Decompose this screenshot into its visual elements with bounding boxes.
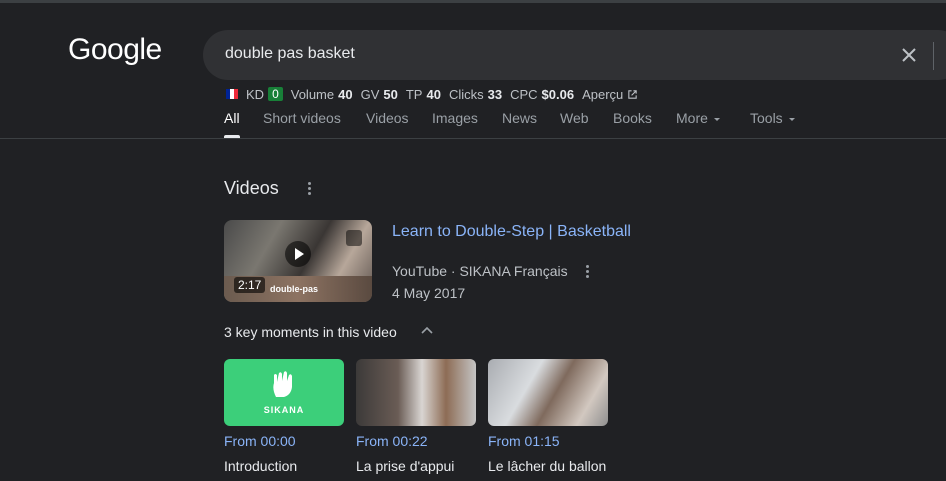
key-moment-item[interactable]: SIKANA From 00:00 Introduction xyxy=(224,359,344,474)
moment-thumbnail[interactable] xyxy=(488,359,608,426)
play-icon xyxy=(285,241,311,267)
kd-label: KD xyxy=(246,86,265,102)
clear-icon[interactable] xyxy=(897,43,921,67)
tab-books[interactable]: Books xyxy=(613,110,652,126)
tab-more-label: More xyxy=(676,110,708,126)
tab-images[interactable]: Images xyxy=(432,110,478,126)
tab-short-videos[interactable]: Short videos xyxy=(263,110,341,126)
moment-time[interactable]: From 00:00 xyxy=(224,433,344,449)
video-source: YouTube · SIKANA Français xyxy=(392,263,568,279)
key-moment-item[interactable]: From 01:15 Le lâcher du ballon xyxy=(488,359,608,474)
caret-down-icon xyxy=(713,118,720,121)
seo-metrics-bar: KD 0 Volume 40 GV 50 TP 40 Clicks 33 CPC… xyxy=(226,86,638,102)
tab-news[interactable]: News xyxy=(502,110,537,126)
sikana-hand-icon xyxy=(273,371,292,397)
france-flag-icon xyxy=(226,89,238,99)
tab-videos[interactable]: Videos xyxy=(366,110,409,126)
header-divider xyxy=(0,138,946,139)
caret-down-icon xyxy=(788,118,795,121)
gv-value: 50 xyxy=(383,86,398,102)
external-link-icon[interactable] xyxy=(627,89,638,100)
moment-label: Introduction xyxy=(224,458,298,474)
more-options-icon[interactable] xyxy=(308,181,312,197)
key-moments-title[interactable]: 3 key moments in this video xyxy=(224,324,397,340)
key-moment-item[interactable]: From 00:22 La prise d'appui xyxy=(356,359,476,474)
video-thumbnail[interactable]: 2:17 double-pas xyxy=(224,220,372,302)
cpc-label: CPC xyxy=(510,86,538,102)
tp-value: 40 xyxy=(426,86,441,102)
kd-badge: 0 xyxy=(268,87,283,101)
video-duration: 2:17 xyxy=(234,277,266,293)
videos-section-title: Videos xyxy=(224,178,279,198)
moment-time[interactable]: From 00:22 xyxy=(356,433,476,449)
search-divider xyxy=(933,42,934,70)
moment-thumbnail[interactable] xyxy=(356,359,476,426)
expand-icon xyxy=(346,230,362,246)
thumbnail-caption: double-pas xyxy=(270,284,319,294)
tab-more[interactable]: More xyxy=(676,110,722,126)
clicks-value: 33 xyxy=(487,86,503,102)
volume-label: Volume xyxy=(290,86,335,102)
google-logo[interactable]: Google xyxy=(68,33,162,67)
tab-web[interactable]: Web xyxy=(560,110,589,126)
moment-time[interactable]: From 01:15 xyxy=(488,433,608,449)
video-date: 4 May 2017 xyxy=(392,285,466,301)
clicks-label: Clicks xyxy=(448,86,484,102)
tab-all[interactable]: All xyxy=(224,110,240,126)
chevron-up-icon[interactable] xyxy=(420,324,434,338)
video-title-link[interactable]: Learn to Double-Step | Basketball xyxy=(392,223,631,241)
flag-stripe-red xyxy=(234,89,238,99)
video-more-options-icon[interactable] xyxy=(586,264,590,280)
gv-label: GV xyxy=(360,86,380,102)
tab-tools[interactable]: Tools xyxy=(750,110,797,126)
apercu-link[interactable]: Aperçu xyxy=(582,87,623,102)
cpc-value: $0.06 xyxy=(541,86,575,102)
moment-label: Le lâcher du ballon xyxy=(488,458,607,474)
top-border xyxy=(0,0,946,3)
volume-value: 40 xyxy=(338,86,353,102)
moment-thumbnail[interactable]: SIKANA xyxy=(224,359,344,426)
search-bar[interactable] xyxy=(203,30,946,80)
sikana-logo-text: SIKANA xyxy=(263,405,305,415)
moment-label: La prise d'appui xyxy=(356,458,455,474)
search-input[interactable] xyxy=(225,45,825,63)
tab-tools-label: Tools xyxy=(750,110,783,126)
tp-label: TP xyxy=(405,86,423,102)
